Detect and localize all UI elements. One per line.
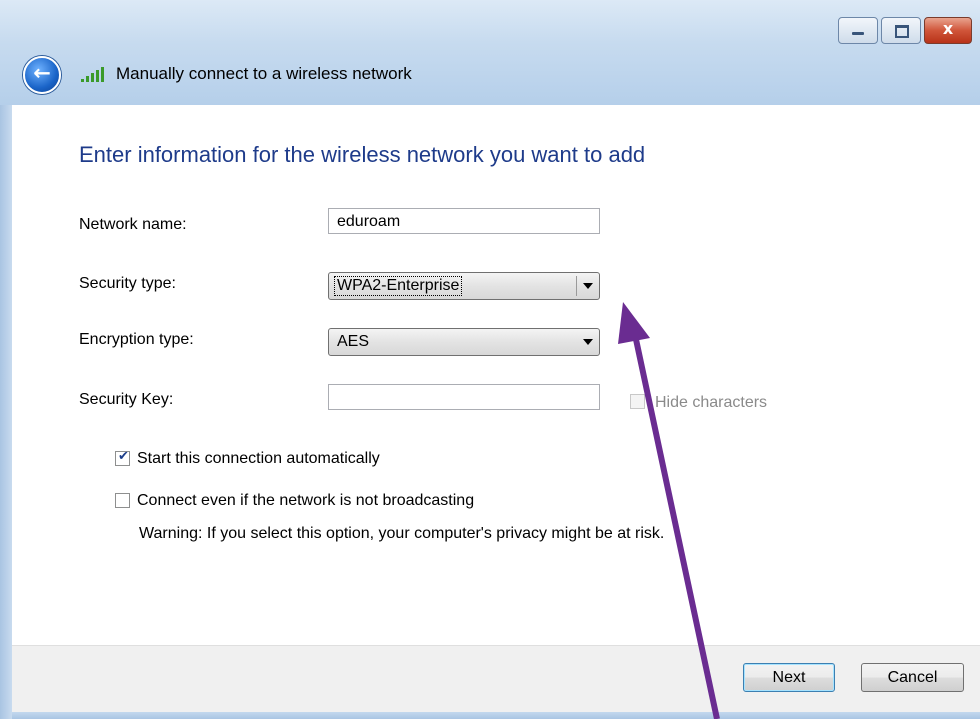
hide-characters-checkbox[interactable]: [630, 394, 645, 409]
wireless-dialog-window: x ← Manually connect to a wireless netwo…: [0, 0, 980, 719]
next-button[interactable]: Next: [743, 663, 835, 692]
encryption-type-dropdown[interactable]: AES: [328, 328, 600, 356]
connect-not-broadcasting-label: Connect even if the network is not broad…: [137, 492, 475, 509]
chevron-down-icon: [583, 283, 593, 289]
security-type-dropdown[interactable]: WPA2-Enterprise: [328, 272, 600, 300]
chevron-down-icon: [583, 339, 593, 345]
dialog-footer: Next Cancel: [12, 645, 980, 719]
maximize-button[interactable]: [881, 17, 921, 44]
start-automatically-label: Start this connection automatically: [137, 450, 380, 467]
window-title: Manually connect to a wireless network: [116, 64, 412, 83]
back-arrow-icon: ←: [33, 61, 51, 85]
network-name-input[interactable]: eduroam: [328, 208, 600, 234]
cancel-button[interactable]: Cancel: [861, 663, 964, 692]
security-type-value: WPA2-Enterprise: [333, 276, 463, 296]
close-icon: x: [942, 19, 954, 38]
window-frame-left: [0, 105, 12, 719]
close-button[interactable]: x: [924, 17, 972, 44]
caption-buttons: x: [838, 17, 972, 44]
title-bar: x ← Manually connect to a wireless netwo…: [0, 0, 980, 105]
security-key-input[interactable]: [328, 384, 600, 410]
back-button[interactable]: ←: [23, 56, 61, 94]
dialog-content: Enter information for the wireless netwo…: [12, 105, 980, 645]
wireless-signal-icon: [81, 67, 104, 82]
network-name-label: Network name:: [79, 216, 187, 233]
minimize-button[interactable]: [838, 17, 878, 44]
page-heading: Enter information for the wireless netwo…: [79, 142, 646, 167]
encryption-type-value: AES: [337, 333, 370, 350]
security-key-label: Security Key:: [79, 391, 174, 408]
connect-not-broadcasting-checkbox[interactable]: [115, 493, 130, 508]
dropdown-separator: [576, 276, 577, 296]
window-frame-bottom: [12, 712, 980, 719]
encryption-type-label: Encryption type:: [79, 331, 194, 348]
start-automatically-checkbox[interactable]: ✔: [115, 449, 130, 466]
checkmark-icon: ✔: [118, 449, 129, 464]
hide-characters-label: Hide characters: [655, 394, 768, 411]
maximize-icon: [895, 25, 909, 38]
minimize-icon: [852, 32, 864, 35]
security-type-label: Security type:: [79, 275, 176, 292]
privacy-warning: Warning: If you select this option, your…: [139, 525, 665, 542]
